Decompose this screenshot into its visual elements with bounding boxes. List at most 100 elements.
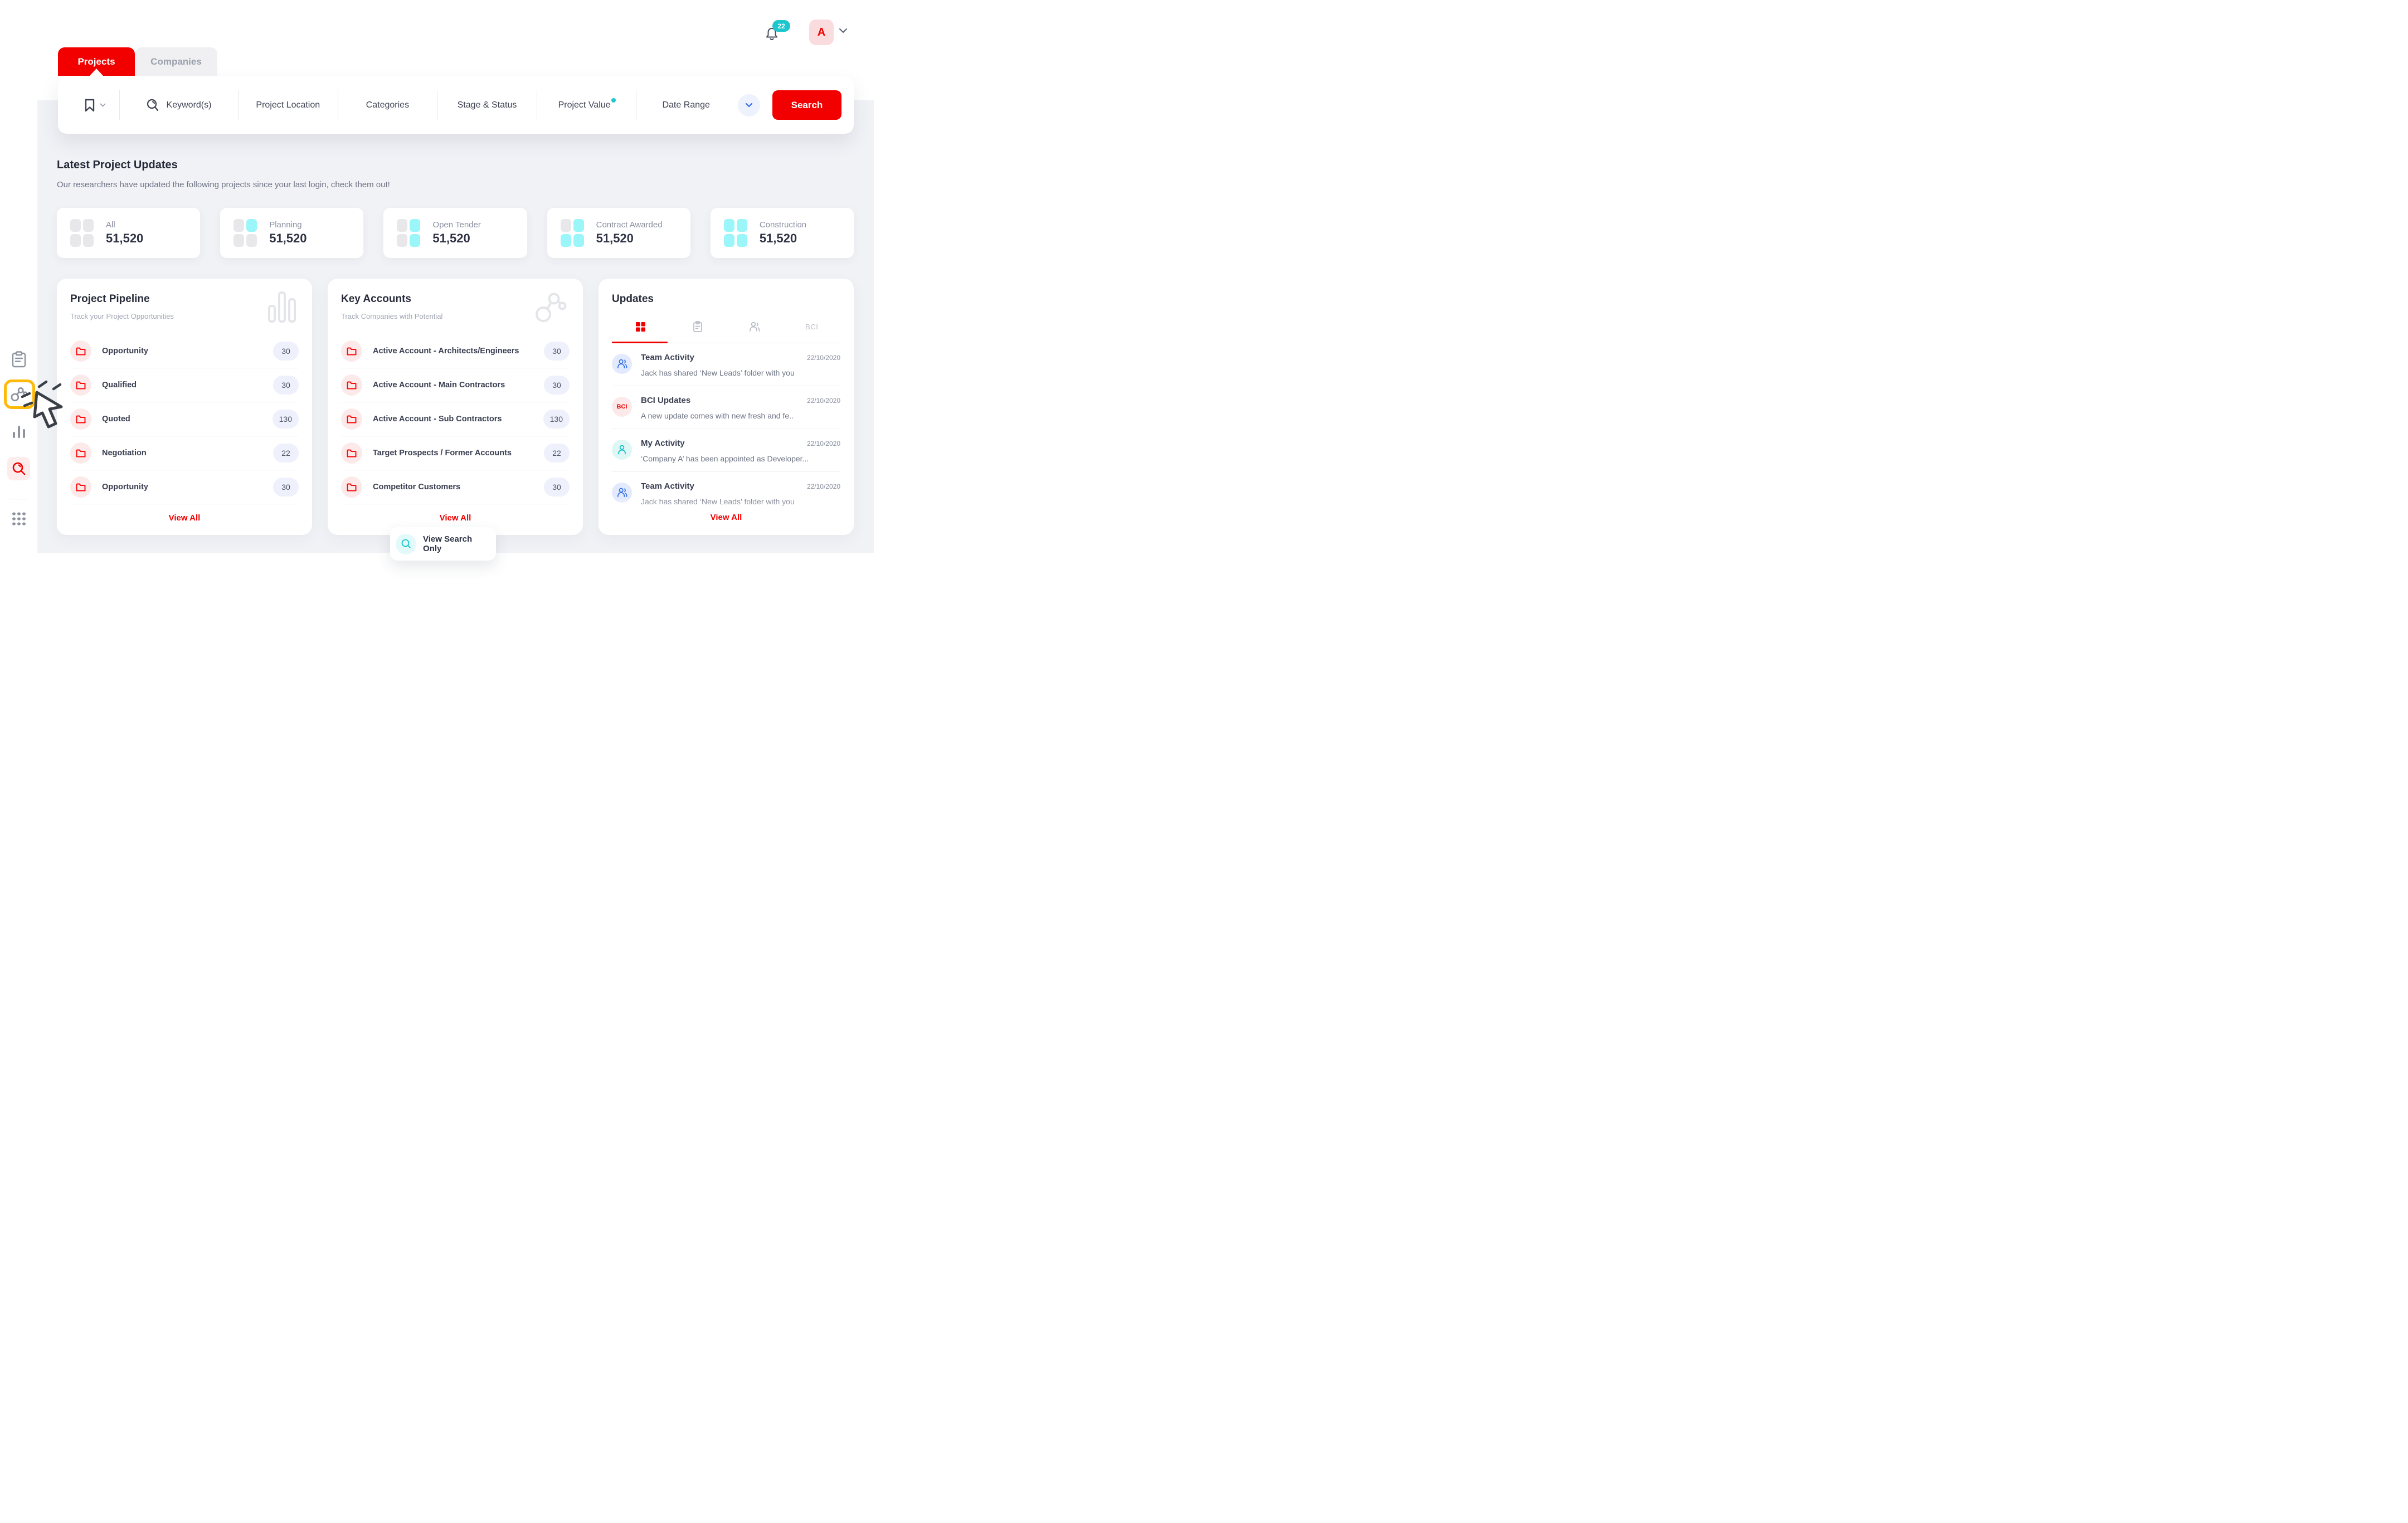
- update-text: ‘Company A’ has been appointed as Develo…: [641, 454, 840, 463]
- grid-tiles-icon: [561, 219, 584, 247]
- grid-tiles-icon: [70, 219, 94, 247]
- key-account-row[interactable]: Target Prospects / Former Accounts 22: [341, 436, 570, 470]
- update-item[interactable]: Team Activity 22/10/2020 Jack has shared…: [612, 343, 840, 386]
- chevron-down-icon: [100, 103, 106, 108]
- update-title: Team Activity: [641, 353, 807, 362]
- stat-label: Planning: [269, 220, 307, 230]
- section-title: Latest Project Updates: [57, 159, 178, 172]
- project-value-filter[interactable]: Project Value: [537, 100, 636, 110]
- stat-value: 51,520: [432, 231, 480, 246]
- view-search-only-button[interactable]: View Search Only: [390, 527, 496, 561]
- search-icon: [12, 462, 26, 475]
- folder-icon: [70, 340, 91, 362]
- keyword-filter[interactable]: Keyword(s): [120, 99, 238, 111]
- count-badge: 30: [544, 376, 570, 395]
- update-date: 22/10/2020: [807, 354, 840, 362]
- panel-title: Updates: [612, 279, 840, 305]
- update-date: 22/10/2020: [807, 397, 840, 405]
- filter-active-dot: [611, 98, 616, 103]
- stat-value: 51,520: [596, 231, 663, 246]
- stat-value: 51,520: [269, 231, 307, 246]
- count-badge: 130: [273, 410, 299, 429]
- sidebar-item-key-accounts[interactable]: [4, 379, 35, 409]
- section-subtitle: Our researchers have updated the followi…: [57, 180, 390, 189]
- update-item[interactable]: BCI BCI Updates 22/10/2020 A new update …: [612, 386, 840, 429]
- stat-card-construction[interactable]: Construction 51,520: [711, 208, 854, 258]
- updates-tab-tasks[interactable]: [669, 320, 727, 333]
- grid-tiles-icon: [724, 219, 747, 247]
- bar-chart-icon: [267, 291, 296, 324]
- grid-tiles-icon: [233, 219, 257, 247]
- key-account-row[interactable]: Competitor Customers 30: [341, 470, 570, 504]
- sidebar-item-projects[interactable]: [12, 351, 26, 368]
- update-item[interactable]: My Activity 22/10/2020 ‘Company A’ has b…: [612, 429, 840, 472]
- stat-value: 51,520: [106, 231, 143, 246]
- update-title: BCI Updates: [641, 396, 807, 405]
- stat-label: Contract Awarded: [596, 220, 663, 230]
- expand-filters-button[interactable]: [738, 94, 760, 116]
- notifications-button[interactable]: 22: [765, 22, 794, 41]
- avatar[interactable]: A: [809, 20, 834, 45]
- sidebar-item-apps-menu[interactable]: [12, 512, 26, 526]
- stat-card-planning[interactable]: Planning 51,520: [220, 208, 363, 258]
- apps-grid-icon: [12, 512, 26, 526]
- updates-view-all-container: View All: [612, 498, 840, 532]
- stat-label: Construction: [760, 220, 806, 230]
- network-icon: [11, 387, 28, 402]
- pipeline-row[interactable]: Opportunity 30: [70, 334, 299, 368]
- active-tab-notch: [90, 69, 103, 76]
- panel-title: Project Pipeline: [70, 279, 299, 305]
- project-location-filter[interactable]: Project Location: [239, 100, 338, 110]
- bar-chart-icon: [12, 425, 26, 439]
- project-pipeline-panel: Project Pipeline Track your Project Oppo…: [57, 279, 312, 535]
- update-date: 22/10/2020: [807, 440, 840, 447]
- search-icon: [147, 99, 159, 111]
- count-badge: 30: [544, 478, 570, 497]
- stat-value: 51,520: [760, 231, 806, 246]
- folder-icon: [341, 442, 362, 464]
- folder-icon: [341, 374, 362, 396]
- search-icon-circle: [396, 534, 416, 554]
- folder-icon: [70, 408, 91, 430]
- tab-projects[interactable]: Projects: [58, 47, 135, 76]
- pipeline-list: Opportunity 30 Qualified 30 Quoted 130 N…: [70, 334, 299, 504]
- active-tab-indicator: [612, 342, 668, 343]
- key-account-row[interactable]: Active Account - Main Contractors 30: [341, 368, 570, 402]
- pipeline-row[interactable]: Negotiation 22: [70, 436, 299, 470]
- stat-label: All: [106, 220, 143, 230]
- bookmark-icon: [84, 99, 95, 112]
- key-accounts-list: Active Account - Architects/Engineers 30…: [341, 334, 570, 504]
- stat-label: Open Tender: [432, 220, 480, 230]
- pipeline-row[interactable]: Qualified 30: [70, 368, 299, 402]
- folder-icon: [341, 476, 362, 498]
- sidebar-item-search[interactable]: [7, 457, 30, 480]
- pipeline-row[interactable]: Quoted 130: [70, 402, 299, 436]
- panel-subtitle: Track your Project Opportunities: [70, 312, 299, 320]
- pipeline-row[interactable]: Opportunity 30: [70, 470, 299, 504]
- updates-tab-bci[interactable]: BCI: [784, 320, 841, 333]
- date-range-filter[interactable]: Date Range: [636, 100, 736, 110]
- search-button[interactable]: Search: [772, 90, 841, 120]
- key-account-row[interactable]: Active Account - Sub Contractors 130: [341, 402, 570, 436]
- tab-companies[interactable]: Companies: [135, 47, 217, 76]
- folder-icon: [70, 442, 91, 464]
- network-icon: [535, 291, 567, 324]
- stat-card-all[interactable]: All 51,520: [57, 208, 200, 258]
- updates-view-all-link[interactable]: View All: [711, 513, 742, 522]
- key-account-row[interactable]: Active Account - Architects/Engineers 30: [341, 334, 570, 368]
- stat-card-contract-awarded[interactable]: Contract Awarded 51,520: [547, 208, 690, 258]
- updates-panel: Updates: [599, 279, 854, 535]
- updates-tab-underline: [612, 342, 840, 343]
- categories-filter[interactable]: Categories: [338, 100, 437, 110]
- updates-tab-team[interactable]: [726, 320, 784, 333]
- updates-list: Team Activity 22/10/2020 Jack has shared…: [612, 343, 840, 506]
- count-badge: 30: [273, 478, 299, 497]
- sidebar-item-analytics[interactable]: [12, 425, 26, 439]
- updates-tab-all[interactable]: [612, 320, 669, 333]
- pipeline-view-all-link[interactable]: View All: [70, 504, 299, 532]
- account-menu-chevron-icon[interactable]: [839, 28, 848, 34]
- avatar-letter: A: [818, 26, 825, 39]
- saved-searches-button[interactable]: [70, 99, 119, 112]
- stage-status-filter[interactable]: Stage & Status: [437, 100, 537, 110]
- stat-card-open-tender[interactable]: Open Tender 51,520: [383, 208, 527, 258]
